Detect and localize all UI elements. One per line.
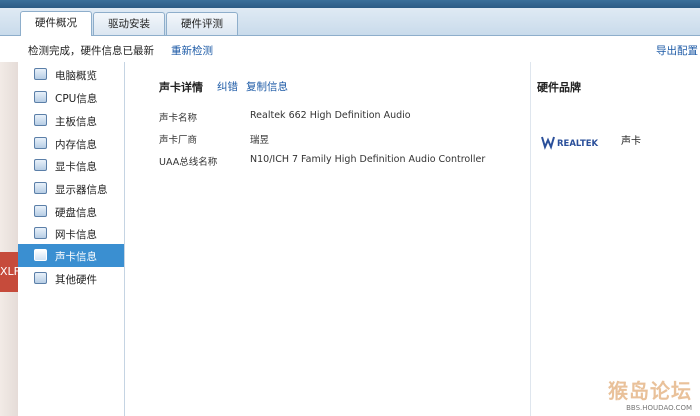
sidebar-item-overview[interactable]: 电脑概览 xyxy=(18,63,124,86)
sidebar-item-label: 电脑概览 xyxy=(55,70,97,82)
detail-panel: 声卡详情 纠错 复制信息 声卡名称 Realtek 662 High Defin… xyxy=(125,62,530,416)
sidebar-item-sound[interactable]: 声卡信息 xyxy=(18,244,124,267)
sidebar-item-other[interactable]: 其他硬件 xyxy=(18,267,124,290)
detail-label: 声卡厂商 xyxy=(159,135,198,146)
tab-hardware-benchmark[interactable]: 硬件评测 xyxy=(166,12,238,35)
sidebar-item-label: 其他硬件 xyxy=(55,274,97,286)
sidebar-item-hard-disk[interactable]: 硬盘信息 xyxy=(18,200,124,223)
network-card-icon xyxy=(34,227,47,239)
sound-card-icon xyxy=(34,249,47,261)
fix-link[interactable]: 纠错 xyxy=(217,79,238,94)
detail-label: UAA总线名称 xyxy=(159,157,218,168)
brand-title: 硬件品牌 xyxy=(537,81,581,94)
export-config-link[interactable]: 导出配置 xyxy=(656,43,698,58)
forum-watermark: 猴岛论坛 BBS.HOUDAO.COM xyxy=(608,375,692,412)
sidebar-item-label: 网卡信息 xyxy=(55,229,97,241)
watermark-text: 猴岛论坛 xyxy=(608,379,692,403)
status-text: 检测完成，硬件信息已最新 xyxy=(28,45,154,57)
sidebar-item-motherboard[interactable]: 主板信息 xyxy=(18,109,124,132)
window-title-bar xyxy=(0,0,700,8)
realtek-logo-text: REALTEK xyxy=(557,139,599,149)
motherboard-icon xyxy=(34,114,47,126)
sidebar-item-label: 显卡信息 xyxy=(55,161,97,173)
background-badge: XLF xyxy=(0,252,18,292)
tab-driver-install[interactable]: 驱动安装 xyxy=(93,12,165,35)
sidebar-item-label: 主板信息 xyxy=(55,116,97,128)
cpu-icon xyxy=(34,91,47,103)
sidebar-item-network[interactable]: 网卡信息 xyxy=(18,222,124,245)
brand-category: 声卡 xyxy=(621,136,641,147)
watermark-url: BBS.HOUDAO.COM xyxy=(626,404,692,412)
sidebar-item-label: CPU信息 xyxy=(55,93,98,105)
sidebar: 电脑概览 CPU信息 主板信息 内存信息 显卡信息 显示器信息 硬盘信息 网卡信… xyxy=(18,62,125,416)
toolbar: 检测完成，硬件信息已最新 重新检测 导出配置 xyxy=(0,36,700,63)
sidebar-item-monitor[interactable]: 显示器信息 xyxy=(18,177,124,200)
detail-label: 声卡名称 xyxy=(159,113,198,124)
overview-icon xyxy=(34,68,47,80)
detail-value: N10/ICH 7 Family High Definition Audio C… xyxy=(250,154,486,165)
sidebar-item-label: 内存信息 xyxy=(55,139,97,151)
memory-icon xyxy=(34,137,47,149)
detail-title: 声卡详情 xyxy=(159,81,203,94)
hard-disk-icon xyxy=(34,205,47,217)
tab-strip: 硬件概况 驱动安装 硬件评测 xyxy=(0,8,700,36)
realtek-logo: REALTEK xyxy=(541,134,605,150)
sidebar-item-graphics[interactable]: 显卡信息 xyxy=(18,154,124,177)
sidebar-item-cpu[interactable]: CPU信息 xyxy=(18,86,124,109)
detail-value: 瑞昱 xyxy=(250,135,270,146)
brand-panel: 硬件品牌 REALTEK 声卡 xyxy=(530,62,700,416)
monitor-icon xyxy=(34,182,47,194)
tab-hardware-overview[interactable]: 硬件概况 xyxy=(20,11,92,36)
sidebar-item-label: 显示器信息 xyxy=(55,184,108,196)
graphics-card-icon xyxy=(34,159,47,171)
desktop-background-edge: XLF xyxy=(0,62,18,416)
detail-value: Realtek 662 High Definition Audio xyxy=(250,110,411,121)
sidebar-item-label: 硬盘信息 xyxy=(55,207,97,219)
recheck-link[interactable]: 重新检测 xyxy=(171,43,213,58)
copy-info-link[interactable]: 复制信息 xyxy=(246,79,288,94)
sidebar-item-label: 声卡信息 xyxy=(55,251,97,263)
sidebar-item-memory[interactable]: 内存信息 xyxy=(18,132,124,155)
other-hardware-icon xyxy=(34,272,47,284)
